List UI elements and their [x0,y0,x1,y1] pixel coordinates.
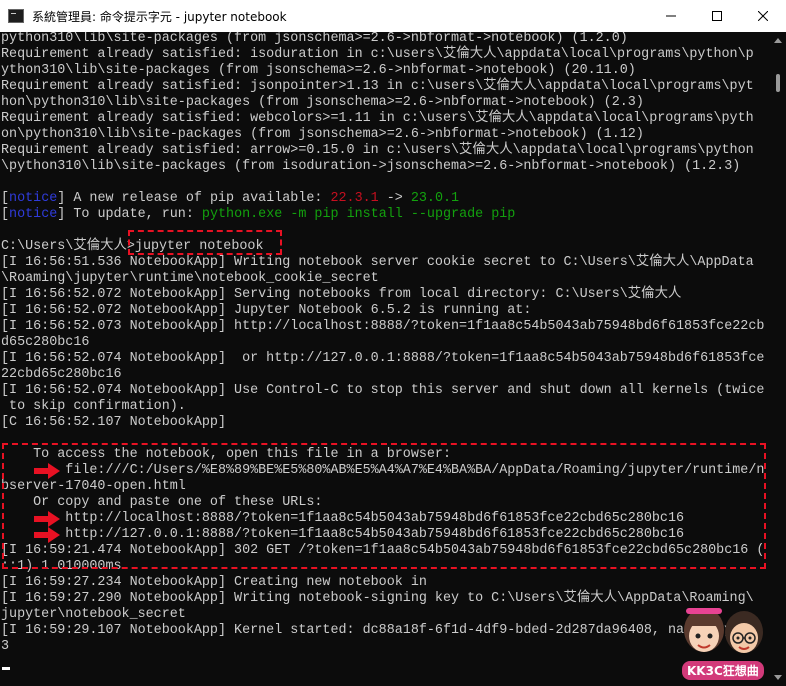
console-text: [I 16:59:27.234 NotebookApp] Creating ne… [1,575,427,590]
console-text: hon\python310\lib\site-packages (from js… [1,95,644,110]
scroll-down-icon[interactable] [774,675,782,680]
console-text: [ [1,191,10,206]
console-line: [I 16:56:52.074 NotebookApp] Use Control… [1,383,764,399]
console-line: C:\Users\艾倫大人>jupyter notebook [1,239,764,255]
console-line: jupyter\notebook_secret [1,607,764,623]
console-text: [I 16:56:52.074 NotebookApp] or http://1… [1,351,765,366]
maximize-button[interactable] [694,0,740,32]
console-line: Requirement already satisfied: jsonpoint… [1,79,764,95]
console-line: [C 16:56:52.107 NotebookApp] [1,415,764,431]
text-cursor [2,667,10,670]
console-text: Requirement already satisfied: isodurati… [1,47,754,62]
red-arrow-right-icon [34,511,60,527]
console-line: [I 16:56:51.536 NotebookApp] Writing not… [1,255,764,271]
console-line: \python310\lib\site-packages (from isodu… [1,159,764,175]
console-text: 22.3.1 [330,191,379,206]
console-line: hon\python310\lib\site-packages (from js… [1,95,764,111]
console-text: to skip confirmation). [1,399,186,414]
console-line: ython310\lib\site-packages (from jsonsch… [1,63,764,79]
red-arrow-right-icon [34,527,60,543]
watermark-text: KK3C狂想曲 [682,661,764,680]
console-line: python310\lib\site-packages (from jsonsc… [1,32,764,47]
console-line: 3 [1,639,764,655]
console-text: notice [9,207,58,222]
console-text: [I 16:59:27.290 NotebookApp] Writing not… [1,591,754,606]
window-title: 系統管理員: 命令提示字元 - jupyter notebook [32,9,287,24]
console-line: [notice] To update, run: python.exe -m p… [1,207,764,223]
console-line: on\python310\lib\site-packages (from jso… [1,127,764,143]
console-text: ] A new release of pip available: [57,191,331,206]
console-text: 3 [1,639,10,654]
red-arrow-right-icon [34,463,60,479]
console-text: [I 16:56:52.074 NotebookApp] Use Control… [1,383,765,398]
console-text: -> [378,191,411,206]
console-text: Requirement already satisfied: webcolors… [1,111,754,126]
console-line: Requirement already satisfied: arrow>=0.… [1,143,764,159]
console-text: [I 16:56:52.072 NotebookApp] Serving not… [1,287,682,302]
highlight-box-command [128,230,282,255]
console-text: \python310\lib\site-packages (from isodu… [1,159,741,174]
console-text: \Roaming\jupyter\runtime\notebook_cookie… [1,271,379,286]
console-text: 22cbd65c280bc16 [1,367,122,382]
console-text: notice [9,191,58,206]
console-text: [ [1,207,10,222]
highlight-box-urls [2,443,766,569]
minimize-button[interactable] [648,0,694,32]
scroll-thumb[interactable] [776,74,780,92]
console-line: [I 16:56:52.074 NotebookApp] or http://1… [1,351,764,367]
console-line: d65c280bc16 [1,335,764,351]
window-controls [648,0,786,32]
console-output[interactable]: python310\lib\site-packages (from jsonsc… [0,32,770,686]
console-line: [I 16:59:27.234 NotebookApp] Creating ne… [1,575,764,591]
console-text: ython310\lib\site-packages (from jsonsch… [1,63,636,78]
console-line: \Roaming\jupyter\runtime\notebook_cookie… [1,271,764,287]
console-line: to skip confirmation). [1,399,764,415]
close-icon [758,11,768,21]
console-text: python.exe -m pip install --upgrade pip [201,207,516,222]
minimize-icon [666,15,676,17]
console-line: Requirement already satisfied: webcolors… [1,111,764,127]
console-text: [I 16:59:29.107 NotebookApp] Kernel star… [1,623,757,638]
console-text: python310\lib\site-packages (from jsonsc… [1,32,628,46]
cmd-window: 系統管理員: 命令提示字元 - jupyter notebook python3… [0,0,786,686]
console-text: [I 16:56:52.073 NotebookApp] http://loca… [1,319,765,334]
console-text: jupyter\notebook_secret [1,607,186,622]
console-text: d65c280bc16 [1,335,90,350]
vertical-scrollbar[interactable] [770,32,786,686]
console-text: Requirement already satisfied: jsonpoint… [1,79,754,94]
console-line: [I 16:56:52.072 NotebookApp] Jupyter Not… [1,303,764,319]
console-text: Requirement already satisfied: arrow>=0.… [1,143,754,158]
cmd-icon [8,9,24,23]
console-text: 23.0.1 [410,191,460,206]
close-button[interactable] [740,0,786,32]
console-line: Requirement already satisfied: isodurati… [1,47,764,63]
console-line: [I 16:59:29.107 NotebookApp] Kernel star… [1,623,764,639]
console-text: [I 16:56:51.536 NotebookApp] Writing not… [1,255,754,270]
console-text: [I 16:56:52.072 NotebookApp] Jupyter Not… [1,303,532,318]
console-line: [I 16:56:52.073 NotebookApp] http://loca… [1,319,764,335]
console-text: [C 16:56:52.107 NotebookApp] [1,415,226,430]
maximize-icon [712,11,722,21]
console-line: 22cbd65c280bc16 [1,367,764,383]
console-line: [I 16:59:27.290 NotebookApp] Writing not… [1,591,764,607]
cartoon-faces-logo [684,608,763,653]
scroll-up-icon[interactable] [774,38,782,43]
watermark-logo: KK3C狂想曲 [676,600,772,682]
console-line: [notice] A new release of pip available:… [1,191,764,207]
title-bar[interactable]: 系統管理員: 命令提示字元 - jupyter notebook [0,0,786,32]
console-line: [I 16:56:52.072 NotebookApp] Serving not… [1,287,764,303]
console-text: ] To update, run: [57,207,202,222]
console-text: on\python310\lib\site-packages (from jso… [1,127,644,142]
